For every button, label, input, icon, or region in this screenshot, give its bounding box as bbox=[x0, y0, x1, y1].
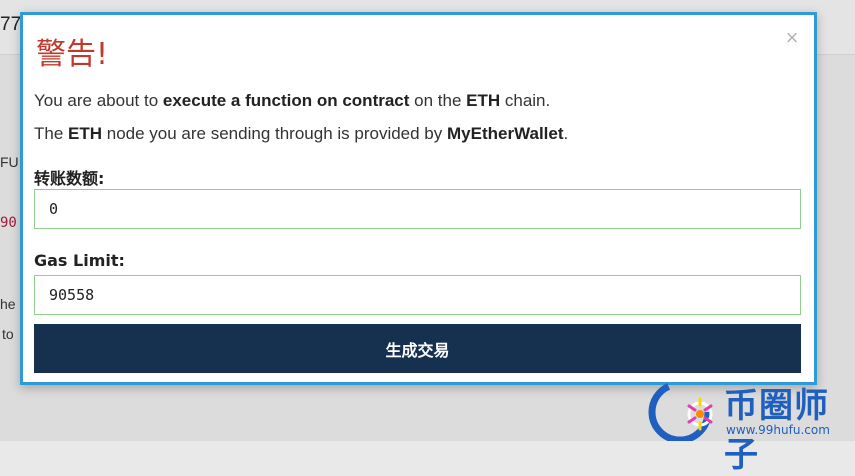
message-emphasis: MyEtherWallet bbox=[447, 124, 564, 143]
contract-message: You are about to execute a function on c… bbox=[34, 91, 550, 111]
background-text: he bbox=[0, 296, 16, 312]
message-text: node you are sending through is provided… bbox=[102, 124, 447, 143]
amount-input[interactable] bbox=[34, 189, 801, 229]
message-text: chain. bbox=[500, 91, 551, 110]
message-text: on the bbox=[409, 91, 467, 110]
message-text: The bbox=[34, 124, 69, 143]
modal-title: 警告! bbox=[36, 37, 109, 72]
gas-limit-label: Gas Limit: bbox=[34, 251, 125, 270]
gas-limit-input[interactable] bbox=[34, 275, 801, 315]
message-text: You are about to bbox=[34, 91, 163, 110]
generate-transaction-button[interactable]: 生成交易 bbox=[34, 324, 801, 373]
background-text: FU bbox=[0, 154, 19, 170]
close-icon[interactable]: × bbox=[783, 27, 801, 49]
message-emphasis: ETH bbox=[68, 124, 103, 143]
amount-label: 转账数额: bbox=[34, 169, 105, 188]
message-emphasis: ETH bbox=[466, 91, 501, 110]
warning-modal: 警告! × You are about to execute a functio… bbox=[20, 12, 817, 385]
background-text: to bbox=[2, 326, 14, 342]
background-text: 90 bbox=[0, 215, 17, 231]
watermark-logo-icon bbox=[648, 380, 713, 441]
message-text: . bbox=[563, 124, 569, 143]
message-emphasis: execute a function on contract bbox=[162, 91, 410, 110]
watermark: 币圈师子 www.99hufu.com bbox=[640, 376, 855, 475]
node-message: The ETH node you are sending through is … bbox=[34, 124, 568, 144]
watermark-url: www.99hufu.com bbox=[726, 423, 830, 437]
